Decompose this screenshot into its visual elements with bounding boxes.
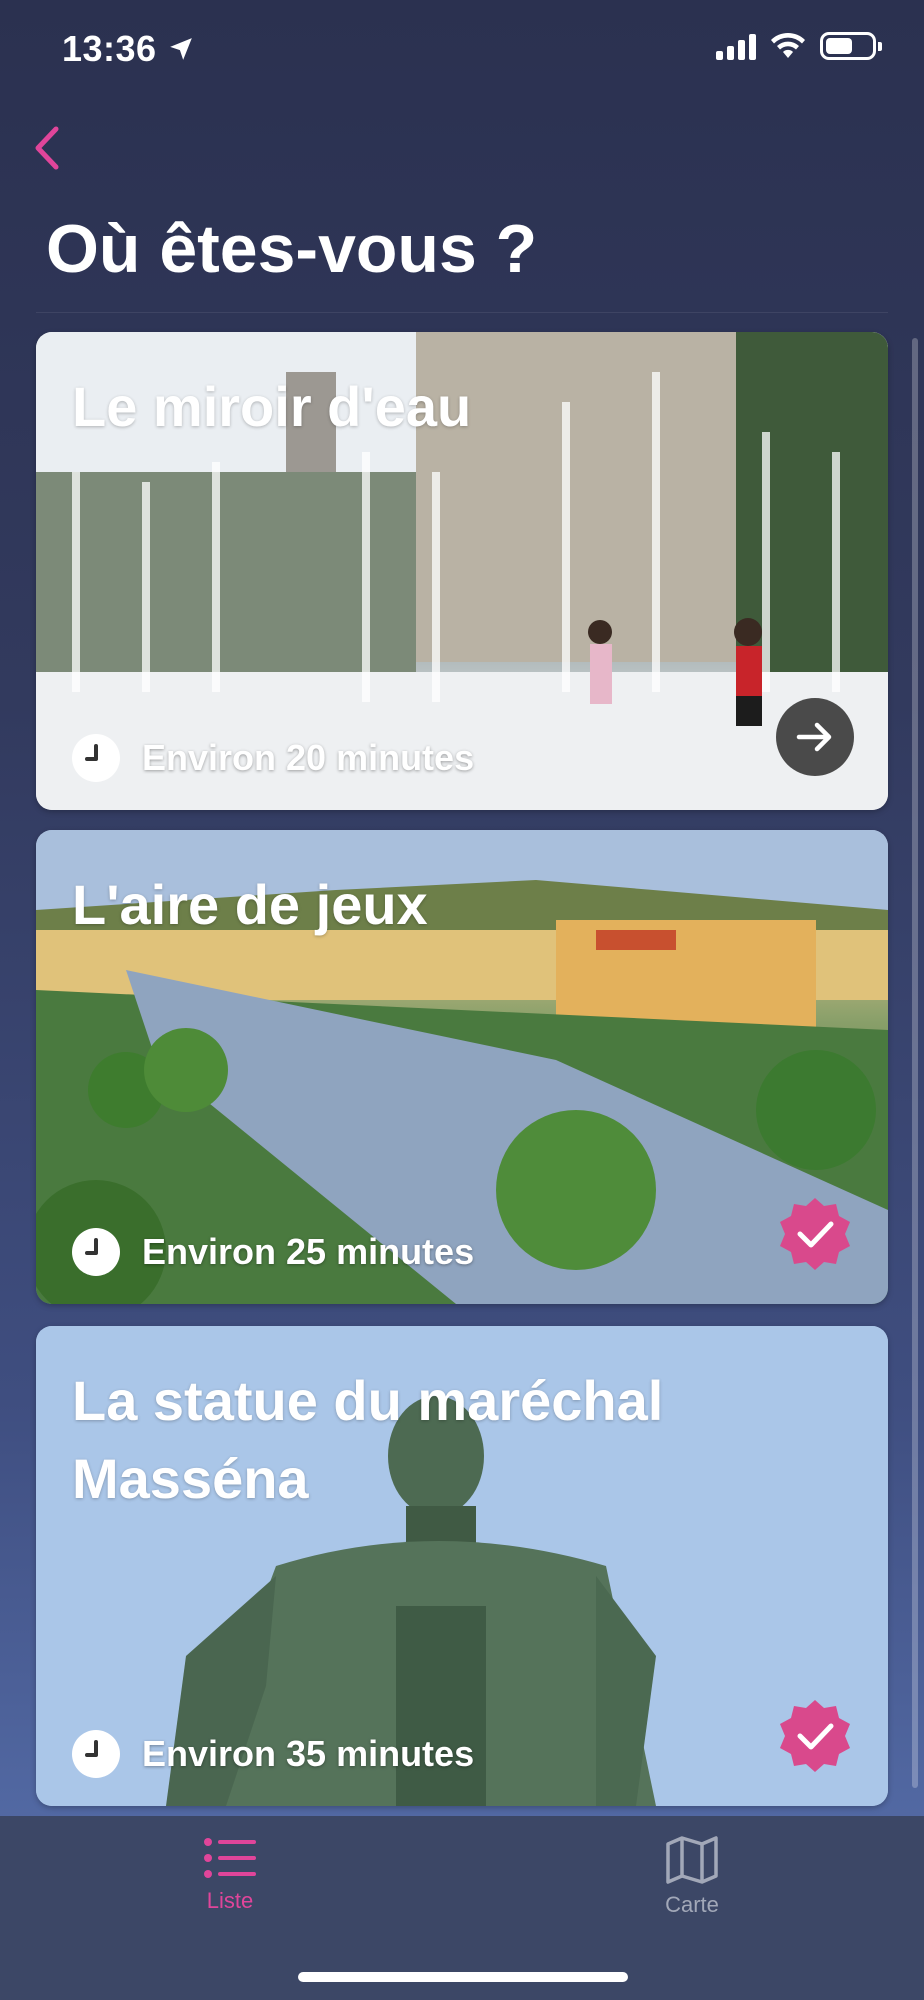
- completed-badge-icon: [780, 1198, 850, 1270]
- card-title: L'aire de jeux: [72, 873, 428, 936]
- duration-text: Environ 20 minutes: [142, 737, 475, 778]
- tab-bar: Liste Carte: [0, 1816, 924, 2000]
- clock-icon: [72, 734, 120, 782]
- duration-text: Environ 25 minutes: [142, 1231, 475, 1272]
- card-duration: Environ 35 minutes: [72, 1730, 474, 1778]
- map-icon: [666, 1836, 718, 1884]
- location-arrow-icon: [170, 38, 192, 60]
- clock-icon: [72, 1730, 120, 1778]
- card-title: Le miroir d'eau: [72, 375, 472, 438]
- back-button[interactable]: [22, 118, 70, 178]
- battery-icon: [820, 32, 882, 60]
- status-bar: 13:36: [0, 0, 924, 100]
- wifi-icon: [771, 32, 805, 58]
- card-duration: Environ 20 minutes: [72, 734, 474, 782]
- go-button[interactable]: [776, 698, 854, 776]
- card-title: La statue du maréchal Masséna: [72, 1369, 664, 1510]
- tab-liste[interactable]: Liste: [130, 1834, 330, 1914]
- scroll-indicator[interactable]: [912, 338, 918, 1788]
- title-divider: [36, 312, 888, 313]
- clock-icon: [72, 1228, 120, 1276]
- status-indicators: [716, 32, 882, 60]
- location-card-statue-massena[interactable]: La statue du maréchal Masséna Environ 35…: [36, 1326, 888, 1806]
- completed-badge-icon: [780, 1700, 850, 1772]
- location-card-aire-de-jeux[interactable]: L'aire de jeux Environ 25 minutes: [36, 830, 888, 1304]
- status-time: 13:36: [62, 28, 157, 69]
- list-icon: [204, 1838, 256, 1878]
- card-duration: Environ 25 minutes: [72, 1228, 474, 1276]
- arrow-right-icon: [796, 722, 832, 752]
- page-title: Où êtes-vous ?: [46, 211, 538, 287]
- cellular-signal-icon: [716, 32, 756, 60]
- tab-label: Liste: [206, 1888, 254, 1913]
- duration-text: Environ 35 minutes: [142, 1733, 475, 1774]
- tab-label: Carte: [665, 1892, 719, 1917]
- tab-carte[interactable]: Carte: [592, 1834, 792, 1918]
- chevron-left-icon: [35, 126, 59, 170]
- location-card-miroir-d-eau[interactable]: Le miroir d'eau Environ 20 minutes: [36, 332, 888, 810]
- home-indicator[interactable]: [298, 1972, 628, 1982]
